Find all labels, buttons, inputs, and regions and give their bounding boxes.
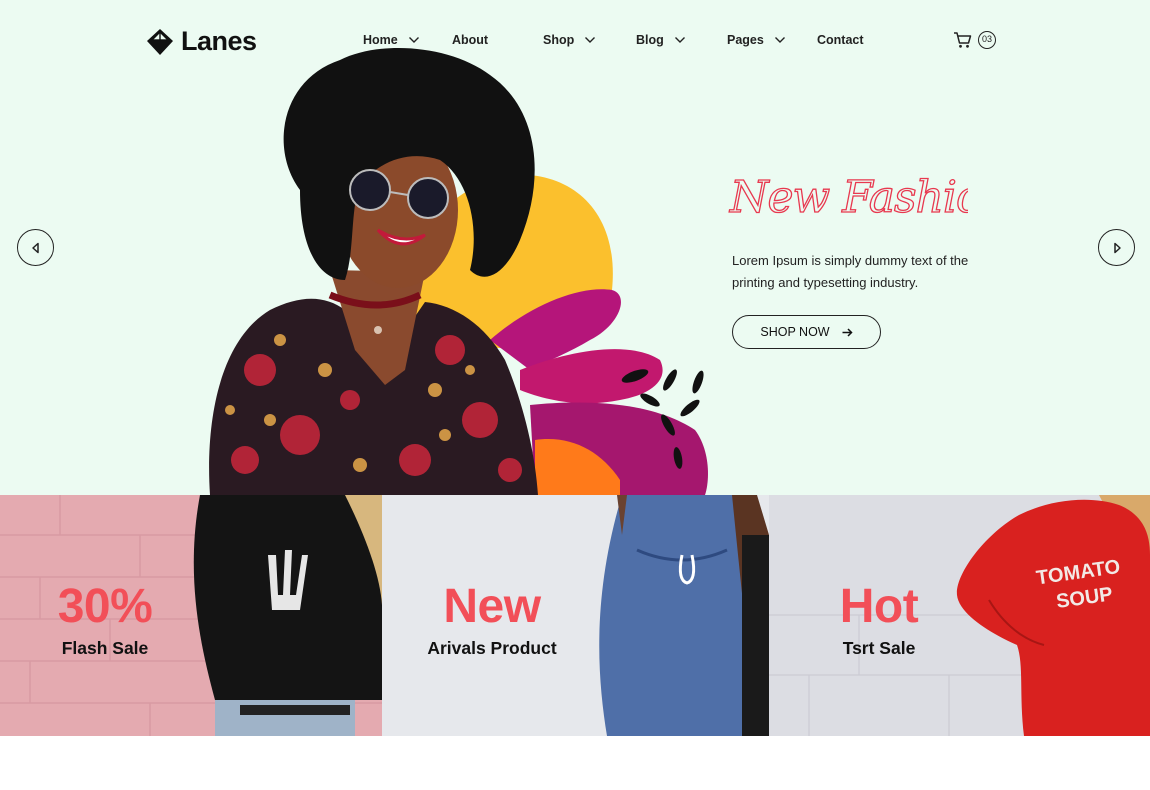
chevron-left-icon <box>31 242 39 253</box>
cart-count-badge: 03 <box>978 31 996 49</box>
hero-script-title-text: New Fashion <box>729 172 968 223</box>
hero-description: Lorem Ipsum is simply dummy text of the … <box>732 253 969 290</box>
promo-subtitle: Arivals Product <box>427 638 557 658</box>
arrow-right-icon <box>842 327 853 337</box>
slider-prev-button[interactable] <box>17 229 54 266</box>
hero-slider: Lanes Home About Shop Blog Pages Contact <box>0 0 1150 495</box>
cart-icon <box>954 32 972 48</box>
nav-item-pages[interactable]: Pages <box>727 33 786 47</box>
promo-subtitle: Tsrt Sale <box>842 638 916 658</box>
nav-item-contact[interactable]: Contact <box>817 33 864 47</box>
shop-now-label: SHOP NOW <box>760 325 830 339</box>
cart-button[interactable]: 03 <box>953 31 996 49</box>
promo-headline: Hot <box>839 580 919 633</box>
promo-subtitle: Flash Sale <box>61 638 149 658</box>
promo-headline: 30% <box>57 580 153 633</box>
shop-now-button[interactable]: SHOP NOW <box>732 315 881 349</box>
nav-item-label: Contact <box>817 33 864 47</box>
nav-item-label: Pages <box>727 33 764 47</box>
slider-next-button[interactable] <box>1098 229 1135 266</box>
promo-headline: New <box>443 580 541 633</box>
promo-banner-hot-sale[interactable]: TOMATO SOUP Hot Tsrt Sale <box>769 495 1150 736</box>
hero-script-title: New Fashion <box>728 171 968 223</box>
promo-banner-new-arrivals[interactable]: New Arivals Product <box>382 495 769 736</box>
hero-model-image <box>209 48 708 495</box>
chevron-right-icon <box>1113 242 1121 253</box>
chevron-down-icon <box>774 37 785 43</box>
promo-banners: 30% Flash Sale New Arivals Product TOMAT… <box>0 495 1150 736</box>
promo-banner-flash-sale[interactable]: 30% Flash Sale <box>0 495 382 736</box>
